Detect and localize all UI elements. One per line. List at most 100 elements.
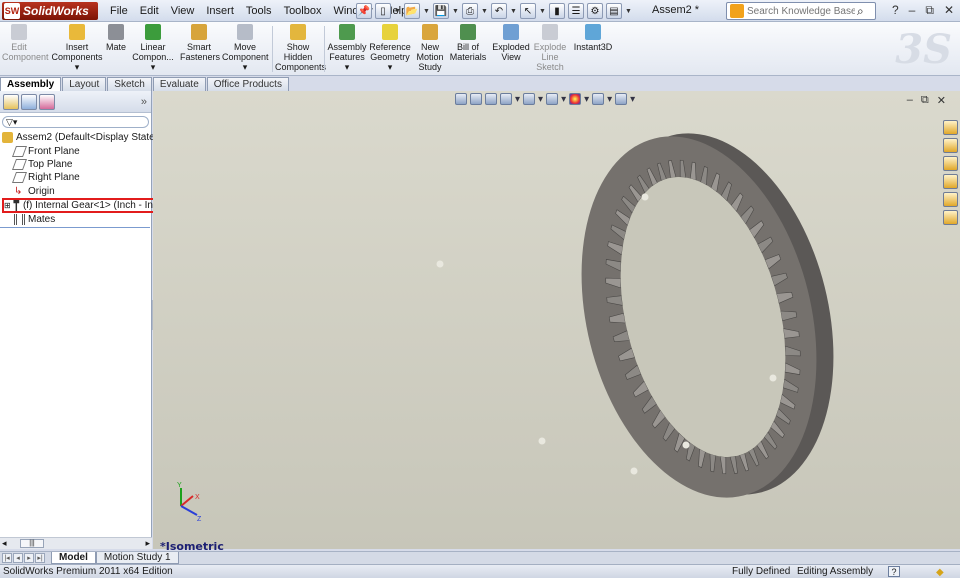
search-icon[interactable]: ⌕	[857, 4, 864, 19]
scroll-left-icon[interactable]: ◂	[2, 538, 7, 549]
new-document-icon[interactable]: ▯	[375, 3, 391, 19]
undo-icon[interactable]: ↶	[491, 3, 507, 19]
chevron-down-icon[interactable]: ▾	[584, 94, 589, 105]
chevron-down-icon[interactable]: ▾	[561, 94, 566, 105]
view-palette-icon[interactable]	[943, 174, 958, 189]
options-icon[interactable]: ⚙	[587, 3, 603, 19]
rebuild-icon[interactable]: ▮	[549, 3, 565, 19]
tree-horizontal-scrollbar[interactable]: ◂ ||| ▸	[0, 537, 152, 549]
zoom-to-fit-icon[interactable]	[455, 93, 467, 105]
last-tab-icon[interactable]: ▸|	[35, 553, 45, 563]
mate-button[interactable]: Mate	[104, 24, 128, 52]
tree-filter[interactable]: ▽▾	[2, 116, 149, 128]
insert-components-button[interactable]: Insert Components ▾	[50, 24, 104, 72]
next-tab-icon[interactable]: ▸	[24, 553, 34, 563]
chevron-down-icon[interactable]: ▾	[327, 62, 367, 72]
section-view-icon[interactable]	[500, 93, 512, 105]
configuration-manager-tab-icon[interactable]	[39, 93, 55, 110]
chevron-down-icon[interactable]: ▾	[50, 62, 104, 72]
close-icon[interactable]: ✕	[937, 94, 946, 107]
close-icon[interactable]: ✕	[944, 3, 954, 18]
apply-scene-icon[interactable]	[592, 93, 605, 105]
chevron-down-icon[interactable]: ▾	[607, 94, 612, 105]
customize-icon[interactable]: ▤	[606, 3, 622, 19]
knowledge-base-search[interactable]: ⌕	[726, 2, 876, 20]
chevron-down-icon[interactable]: ▼	[510, 8, 517, 15]
new-motion-study-button[interactable]: New Motion Study	[416, 24, 444, 72]
scroll-thumb[interactable]: |||	[20, 539, 44, 548]
tree-item-top-plane[interactable]: Top Plane	[11, 158, 72, 171]
assembly-features-button[interactable]: Assembly Features ▾	[327, 24, 367, 72]
tab-model[interactable]: Model	[51, 552, 96, 564]
chevron-down-icon[interactable]: ▾	[515, 94, 520, 105]
tab-layout[interactable]: Layout	[62, 77, 107, 91]
tab-evaluate[interactable]: Evaluate	[152, 77, 206, 91]
design-library-icon[interactable]	[943, 138, 958, 153]
explode-line-sketch-button[interactable]: Explode Line Sketch	[532, 24, 568, 72]
internal-gear-model[interactable]	[436, 108, 870, 522]
restore-icon[interactable]: ⧉	[921, 94, 929, 107]
file-explorer-icon[interactable]	[943, 156, 958, 171]
pin-icon[interactable]: 📌	[356, 3, 372, 19]
search-input[interactable]	[747, 5, 855, 17]
display-style-icon[interactable]	[546, 93, 559, 105]
rebuild-status-icon[interactable]: ◆	[936, 566, 944, 578]
view-settings-icon[interactable]	[615, 93, 628, 105]
tree-item-front-plane[interactable]: Front Plane	[11, 145, 80, 158]
menu-view[interactable]: View	[165, 5, 201, 17]
model-viewport[interactable]: Y X Z	[153, 91, 960, 549]
custom-properties-icon[interactable]	[943, 210, 958, 225]
menu-insert[interactable]: Insert	[200, 5, 240, 17]
menu-edit[interactable]: Edit	[134, 5, 165, 17]
chevron-down-icon[interactable]: ▾	[369, 62, 411, 72]
chevron-down-icon[interactable]: ▼	[452, 8, 459, 15]
chevron-down-icon[interactable]: ▼	[423, 8, 430, 15]
tree-item-internal-gear[interactable]: ⊞ (f) Internal Gear<1> (Inch - In	[2, 198, 155, 213]
appearances-icon[interactable]	[943, 192, 958, 207]
tab-assembly[interactable]: Assembly	[0, 77, 62, 91]
menu-toolbox[interactable]: Toolbox	[278, 5, 328, 17]
chevron-down-icon[interactable]: ▾	[222, 62, 268, 72]
tab-motion-study-1[interactable]: Motion Study 1	[95, 552, 179, 564]
move-component-button[interactable]: Move Component ▾	[222, 24, 269, 72]
edit-appearance-icon[interactable]	[569, 93, 582, 105]
file-properties-icon[interactable]: ☰	[568, 3, 584, 19]
tab-sketch[interactable]: Sketch	[107, 77, 152, 91]
tree-item-right-plane[interactable]: Right Plane	[11, 171, 80, 184]
restore-icon[interactable]: ⧉	[925, 3, 934, 18]
reference-geometry-button[interactable]: Reference Geometry ▾	[369, 24, 411, 72]
graphics-area[interactable]: Y X Z	[153, 91, 960, 549]
quick-tips-icon[interactable]: ?	[888, 566, 900, 577]
first-tab-icon[interactable]: |◂	[2, 553, 12, 563]
show-hidden-components-button[interactable]: Show Hidden Components	[275, 24, 326, 72]
save-icon[interactable]: 💾	[433, 3, 449, 19]
chevron-down-icon[interactable]: ▾	[130, 62, 176, 72]
select-icon[interactable]: ↖	[520, 3, 536, 19]
open-folder-icon[interactable]: 📂	[404, 3, 420, 19]
view-orientation-icon[interactable]	[523, 93, 536, 105]
zoom-to-area-icon[interactable]	[470, 93, 482, 105]
chevron-down-icon[interactable]: ▾	[538, 94, 543, 105]
chevron-down-icon[interactable]: ▼	[394, 8, 401, 15]
tree-root-assembly[interactable]: Assem2 (Default<Display State-1	[2, 131, 164, 144]
instant3d-button[interactable]: Instant3D	[572, 24, 614, 52]
solidworks-resources-icon[interactable]	[943, 120, 958, 135]
previous-view-icon[interactable]	[485, 93, 497, 105]
tree-item-origin[interactable]: ↳ Origin	[14, 185, 55, 198]
chevron-down-icon[interactable]: ▾	[630, 94, 635, 105]
exploded-view-button[interactable]: Exploded View	[490, 24, 532, 62]
minimize-icon[interactable]: –	[907, 94, 913, 107]
menu-tools[interactable]: Tools	[240, 5, 278, 17]
print-icon[interactable]: ⎙	[462, 3, 478, 19]
property-manager-tab-icon[interactable]	[21, 93, 37, 110]
tab-office-products[interactable]: Office Products	[206, 77, 289, 91]
chevron-down-icon[interactable]: ▼	[539, 8, 546, 15]
smart-fasteners-button[interactable]: Smart Fasteners	[180, 24, 220, 62]
expand-chevron-icon[interactable]: »	[141, 96, 147, 108]
prev-tab-icon[interactable]: ◂	[13, 553, 23, 563]
help-icon[interactable]: ?	[892, 3, 899, 18]
linear-component-pattern-button[interactable]: Linear Compon... ▾	[130, 24, 176, 72]
minimize-icon[interactable]: –	[909, 3, 916, 18]
chevron-down-icon[interactable]: ▼	[625, 8, 632, 15]
scroll-right-icon[interactable]: ▸	[145, 538, 150, 549]
